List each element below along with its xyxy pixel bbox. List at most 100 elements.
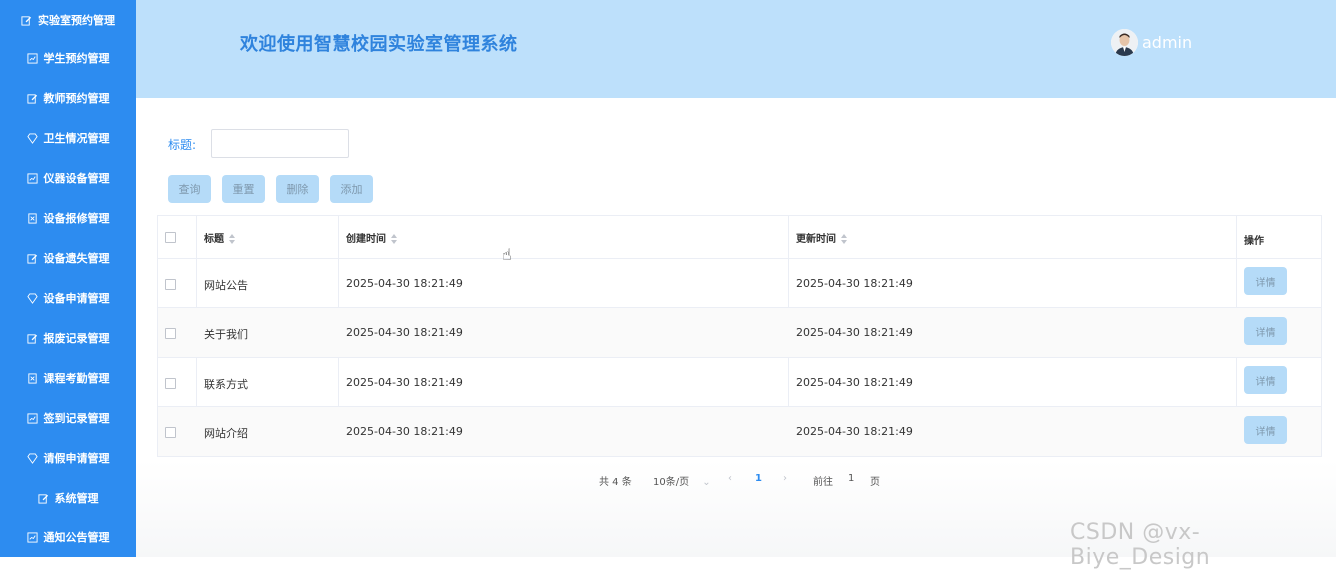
sidebar-item-label: 报废记录管理: [43, 332, 110, 345]
doc-icon: [27, 212, 38, 224]
cell-updated: 2025-04-30 18:21:49: [796, 376, 913, 389]
column-header-created[interactable]: 创建时间: [346, 230, 398, 245]
cell-title: 联系方式: [204, 378, 248, 391]
sidebar-item-label: 仪器设备管理: [43, 172, 110, 185]
page-size-value: 10条/页: [653, 477, 690, 488]
sort-icon[interactable]: [229, 233, 236, 245]
cell-updated: 2025-04-30 18:21:49: [796, 326, 913, 339]
sidebar-item-lab-reservation[interactable]: 实验室预约管理: [0, 0, 136, 40]
doc-icon: [27, 372, 38, 384]
row-checkbox[interactable]: [165, 328, 176, 339]
cell-updated: 2025-04-30 18:21:49: [796, 425, 913, 438]
row-checkbox[interactable]: [165, 427, 176, 438]
edit-icon: [26, 333, 38, 344]
cell-created: 2025-04-30 18:21:49: [346, 277, 463, 290]
sidebar-item-label: 设备报修管理: [43, 212, 110, 225]
column-header-title[interactable]: 标题: [204, 230, 236, 245]
sidebar-item-label: 设备遗失管理: [43, 252, 110, 265]
sidebar-item-system[interactable]: 系统管理: [0, 478, 136, 518]
table-row: 关于我们 2025-04-30 18:21:49 2025-04-30 18:2…: [158, 307, 1321, 357]
cell-updated: 2025-04-30 18:21:49: [796, 277, 913, 290]
next-page-icon[interactable]: ›: [783, 473, 787, 484]
table-row: 网站介绍 2025-04-30 18:21:49 2025-04-30 18:2…: [158, 406, 1321, 456]
sidebar-item-label: 设备申请管理: [43, 292, 110, 305]
pagination-total: 共 4 条: [599, 477, 632, 488]
sidebar-item-scrap[interactable]: 报废记录管理: [0, 318, 136, 358]
header: 欢迎使用智慧校园实验室管理系统 admin: [136, 0, 1336, 98]
column-header-label: 标题: [204, 234, 224, 245]
sidebar-item-repair[interactable]: 设备报修管理: [0, 198, 136, 238]
hand-cursor-icon: ☝: [502, 245, 512, 264]
sidebar-item-signin[interactable]: 签到记录管理: [0, 398, 136, 438]
gem-icon: [26, 132, 38, 144]
cell-created: 2025-04-30 18:21:49: [346, 425, 463, 438]
cell-title: 网站公告: [204, 279, 248, 292]
query-button[interactable]: 查询: [168, 175, 211, 203]
sidebar-item-label: 课程考勤管理: [43, 372, 110, 385]
chart-icon: [26, 52, 38, 64]
sidebar-item-hygiene[interactable]: 卫生情况管理: [0, 118, 136, 158]
cell-created: 2025-04-30 18:21:49: [346, 376, 463, 389]
sidebar-item-label: 请假申请管理: [43, 452, 110, 465]
detail-button[interactable]: 详情: [1244, 416, 1287, 444]
sidebar-item-label: 签到记录管理: [43, 412, 110, 425]
add-button[interactable]: 添加: [330, 175, 373, 203]
title-search-input[interactable]: [211, 129, 349, 158]
delete-button[interactable]: 删除: [276, 175, 319, 203]
page-number-current[interactable]: 1: [755, 473, 762, 484]
detail-button[interactable]: 详情: [1244, 267, 1287, 295]
username[interactable]: admin: [1142, 33, 1192, 52]
reset-button[interactable]: 重置: [222, 175, 265, 203]
sidebar-item-application[interactable]: 设备申请管理: [0, 278, 136, 318]
sidebar-item-equipment[interactable]: 仪器设备管理: [0, 158, 136, 198]
select-all-checkbox[interactable]: [165, 232, 176, 243]
page-size-select[interactable]: 10条/页 ⌄: [653, 473, 711, 488]
edit-icon: [37, 493, 49, 504]
cell-title: 关于我们: [204, 328, 248, 341]
edit-icon: [26, 253, 38, 264]
sidebar-item-notice[interactable]: 通知公告管理: [0, 517, 136, 557]
detail-button[interactable]: 详情: [1244, 317, 1287, 345]
cell-created: 2025-04-30 18:21:49: [346, 326, 463, 339]
goto-suffix: 页: [870, 477, 880, 488]
page-title: 欢迎使用智慧校园实验室管理系统: [240, 34, 518, 55]
sidebar-item-student-reservation[interactable]: 学生预约管理: [0, 38, 136, 78]
chevron-down-icon: ⌄: [702, 477, 711, 488]
sidebar-item-attendance[interactable]: 课程考勤管理: [0, 358, 136, 398]
table-row: 联系方式 2025-04-30 18:21:49 2025-04-30 18:2…: [158, 357, 1321, 407]
chart-icon: [26, 172, 38, 184]
watermark: CSDN @vx-Biye_Design: [1070, 520, 1211, 570]
data-table: 标题 创建时间 更新时间 操作 网站公告 2025-04-30 18:21:49…: [157, 215, 1322, 457]
sidebar-item-loss[interactable]: 设备遗失管理: [0, 238, 136, 278]
chart-icon: [26, 531, 38, 543]
column-header-updated[interactable]: 更新时间: [796, 230, 848, 245]
avatar[interactable]: [1111, 29, 1138, 56]
sidebar: 实验室预约管理 学生预约管理 教师预约管理 卫生情况管理 仪器设备管理 设备报修…: [0, 0, 136, 557]
sidebar-item-teacher-reservation[interactable]: 教师预约管理: [0, 78, 136, 118]
column-header-label: 更新时间: [796, 234, 836, 245]
edit-icon: [21, 15, 32, 26]
sidebar-item-label: 系统管理: [54, 492, 99, 505]
sidebar-item-label: 卫生情况管理: [43, 132, 110, 145]
sidebar-item-label: 通知公告管理: [43, 531, 110, 544]
sidebar-item-label: 学生预约管理: [43, 52, 110, 65]
column-header-action: 操作: [1244, 236, 1264, 247]
search-label: 标题:: [168, 138, 197, 152]
gem-icon: [26, 452, 38, 464]
row-checkbox[interactable]: [165, 378, 176, 389]
goto-prefix: 前往: [813, 477, 833, 488]
row-checkbox[interactable]: [165, 279, 176, 290]
chart-icon: [26, 412, 38, 424]
gem-icon: [26, 292, 38, 304]
sidebar-item-label: 教师预约管理: [43, 92, 110, 105]
sort-icon[interactable]: [841, 233, 848, 245]
column-header-label: 创建时间: [346, 234, 386, 245]
sidebar-item-leave[interactable]: 请假申请管理: [0, 438, 136, 478]
prev-page-icon[interactable]: ‹: [728, 473, 732, 484]
detail-button[interactable]: 详情: [1244, 366, 1287, 394]
cell-title: 网站介绍: [204, 427, 248, 440]
table-row: 网站公告 2025-04-30 18:21:49 2025-04-30 18:2…: [158, 258, 1321, 308]
sort-icon[interactable]: [391, 233, 398, 245]
goto-page-input[interactable]: 1: [848, 473, 854, 484]
sidebar-item-label: 实验室预约管理: [38, 14, 115, 27]
